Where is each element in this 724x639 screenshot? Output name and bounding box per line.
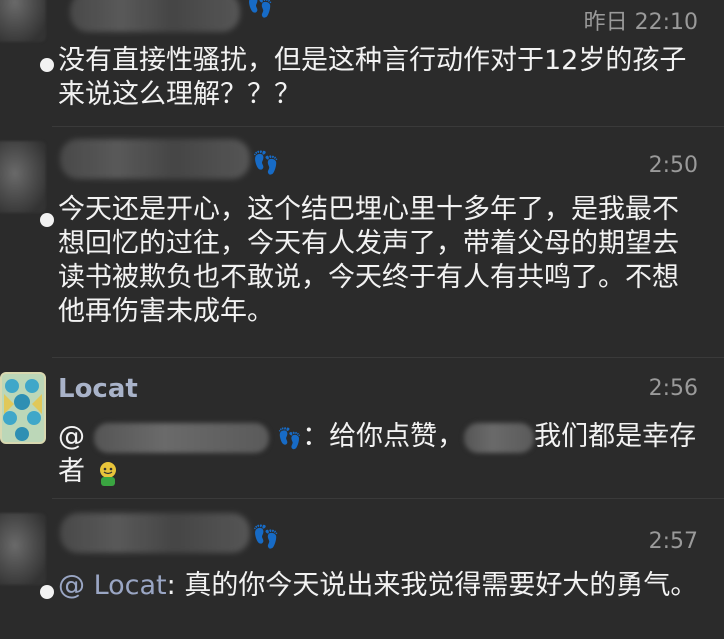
comment-text: @ Locat: 真的你今天说出来我觉得需要好大的勇气。 (58, 569, 698, 603)
comment-text: 今天还是开心，这个结巴埋心里十多年了，是我最不想回忆的过往，今天有人发声了，带着… (58, 194, 679, 327)
timestamp: 2:56 (648, 376, 698, 401)
comment-text-body: : 真的你今天说出来我觉得需要好大的勇气。 (166, 570, 698, 601)
mention-redacted[interactable] (93, 422, 269, 453)
comment-feed: 👣 昨日 22:10 没有直接性骚扰，但是这种言行动作对于12岁的孩子来说这么理… (0, 0, 724, 631)
avatar[interactable] (0, 372, 46, 444)
bubble-pointer (40, 58, 54, 72)
bubble-pointer (40, 213, 54, 227)
mention-link[interactable]: @ Locat (58, 570, 167, 601)
username-redacted[interactable] (60, 139, 250, 179)
timestamp: 昨日 22:10 (583, 10, 698, 35)
comment-text: 没有直接性骚扰，但是这种言行动作对于12岁的孩子来说这么理解？？？ (58, 45, 687, 110)
comment-text: @ 👣：给你点赞， 我们都是幸存者 (58, 420, 698, 489)
name-redacted (464, 422, 535, 453)
comment-item[interactable]: 👣 2:50 今天还是开心，这个结巴埋心里十多年了，是我最不想回忆的过往，今天有… (0, 127, 724, 357)
comment-item[interactable]: 👣 2:57 @ Locat: 真的你今天说出来我觉得需要好大的勇气。 (0, 499, 724, 639)
avatar[interactable] (0, 141, 46, 213)
footprint-icon: 👣 (277, 426, 303, 450)
smiley-emoji (99, 461, 116, 486)
avatar[interactable] (0, 0, 46, 42)
avatar-pattern-icon (2, 374, 44, 442)
footprint-icon: 👣 (252, 525, 280, 550)
avatar[interactable] (0, 513, 46, 585)
footprint-icon: 👣 (246, 0, 274, 19)
timestamp: 2:50 (648, 153, 698, 178)
comment-text-mid: ：给你点赞， (302, 421, 465, 452)
footprint-icon: 👣 (252, 151, 280, 176)
mention-prefix: @ (58, 421, 85, 452)
timestamp: 2:57 (648, 529, 698, 554)
username-redacted[interactable] (70, 0, 240, 32)
username-redacted[interactable] (60, 513, 250, 553)
comment-item[interactable]: Locat 2:56 @ 👣：给你点赞， 我们都是幸存者 (0, 358, 724, 498)
username[interactable]: Locat (58, 374, 138, 404)
bubble-pointer (40, 585, 54, 599)
comment-item[interactable]: 👣 昨日 22:10 没有直接性骚扰，但是这种言行动作对于12岁的孩子来说这么理… (0, 0, 724, 126)
